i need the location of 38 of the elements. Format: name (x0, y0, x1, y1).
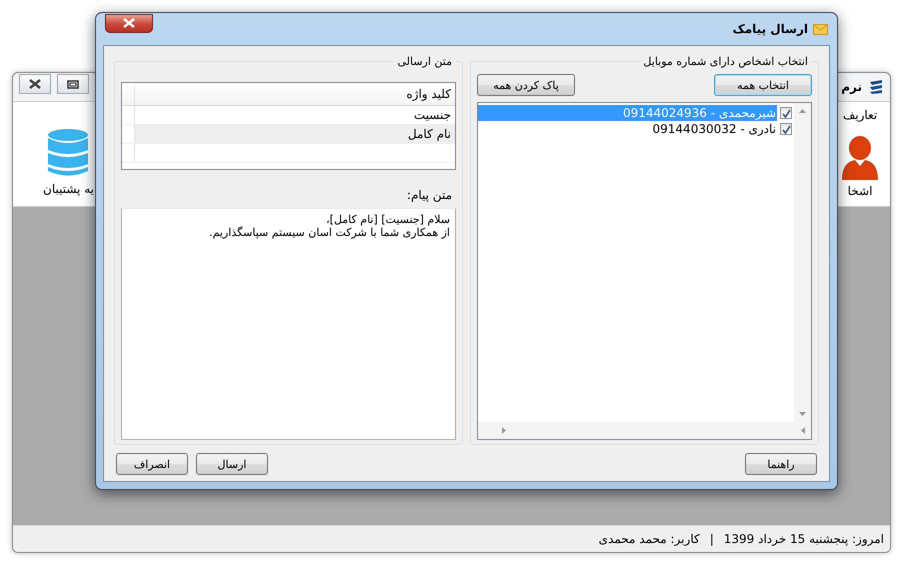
table-cell[interactable]: نام کامل (135, 125, 455, 143)
scroll-down-icon[interactable] (799, 412, 806, 416)
database-icon (46, 128, 90, 178)
status-text: امروز: پنجشنبه 15 خرداد 1399 (724, 532, 884, 546)
scroll-left-icon[interactable] (801, 427, 805, 434)
horizontal-scrollbar[interactable] (478, 422, 811, 439)
close-button[interactable] (105, 14, 153, 32)
select-button[interactable]: انتخاب همه (714, 74, 812, 96)
select-button[interactable]: پاک کردن همه (477, 74, 575, 96)
vertical-scrollbar[interactable] (794, 103, 811, 422)
message-label: متن پیام: (406, 187, 453, 202)
dialog-button[interactable]: انصراف (116, 453, 188, 475)
dialog-button[interactable]: ارسال (196, 453, 268, 475)
restore-icon (67, 80, 79, 88)
scroll-right-icon[interactable] (502, 427, 506, 434)
checkbox[interactable] (780, 123, 792, 135)
logo-icon (868, 79, 884, 95)
ribbon-tab[interactable]: تعاریف (842, 108, 878, 122)
contact-item[interactable]: نادری - 09144030032 (478, 121, 777, 137)
scroll-up-icon[interactable] (799, 109, 806, 113)
person-icon (840, 134, 880, 180)
checkbox[interactable] (780, 107, 792, 119)
dialog-title: ارسال پیامک (732, 22, 808, 36)
status-text: | (710, 532, 714, 546)
table-cell[interactable]: جنسیت (135, 106, 455, 124)
window-title: نرم (841, 80, 862, 94)
envelope-icon (813, 24, 828, 34)
close-icon (122, 18, 136, 28)
status-text: کاربر: محمد محمدی (598, 532, 700, 546)
message-field[interactable]: سلام [جنسیت] [نام کامل]، از همکاری شما با شرکت اسان سیستم سپاسگذاریم. (121, 208, 456, 440)
group-title: انتخاب اشخاص دارای شماره موبایل (642, 55, 809, 68)
close-icon (29, 79, 41, 89)
help-button[interactable]: راهنما (745, 453, 817, 475)
ribbon-item-label[interactable]: یه پشتیبان (43, 182, 94, 196)
restore-button[interactable] (57, 74, 89, 94)
close-button[interactable] (19, 74, 51, 94)
ribbon-item-label[interactable]: اشخا (848, 184, 872, 198)
group-title: متن ارسالی (396, 55, 453, 68)
